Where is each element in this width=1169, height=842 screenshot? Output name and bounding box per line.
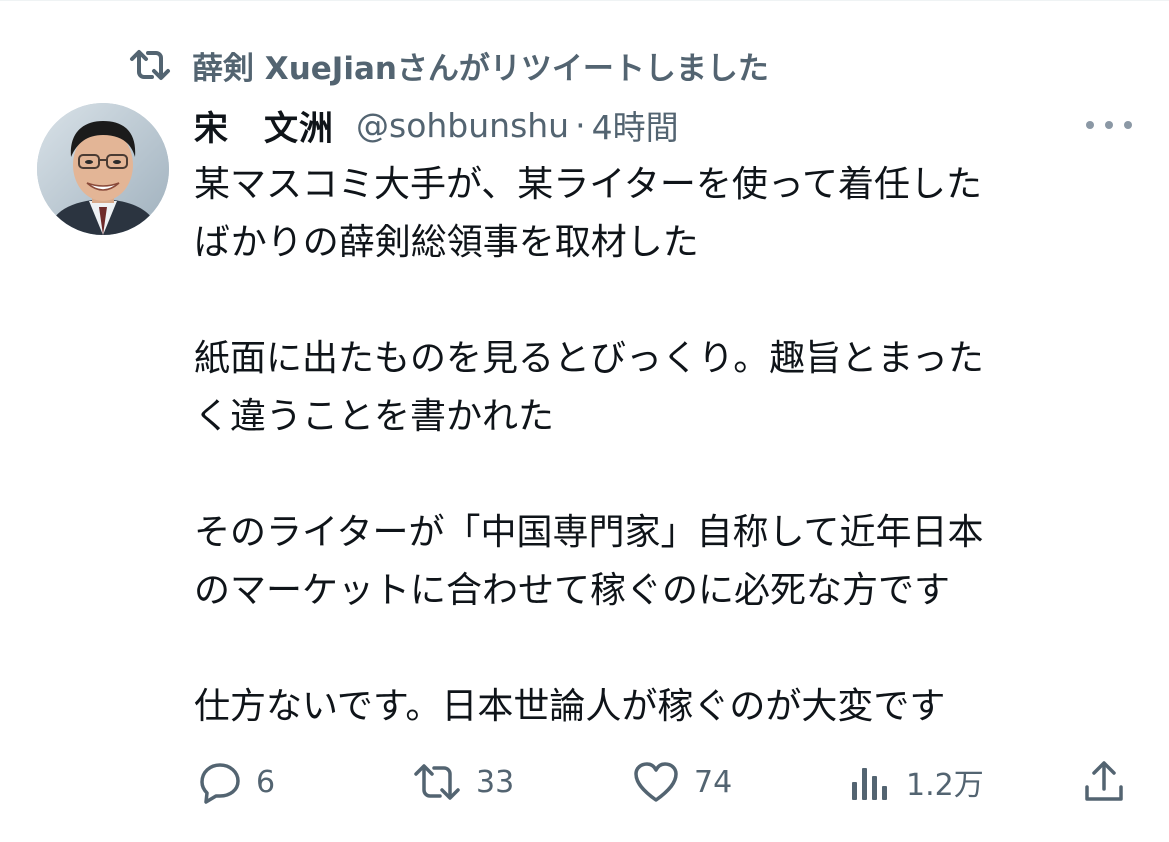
tweet-paragraph: そのライターが「中国専門家」自称して近年日本 のマーケットに合わせて稼ぐのに必死… xyxy=(194,504,1144,620)
views-button[interactable]: 1.2万 xyxy=(848,752,984,812)
tweet-line: 仕方ないです。日本世論人が稼ぐのが大変です xyxy=(194,686,946,727)
like-count: 74 xyxy=(694,764,733,800)
like-button[interactable]: 74 xyxy=(632,752,732,812)
avatar-photo xyxy=(37,103,169,235)
views-icon xyxy=(848,760,892,804)
tweet-line: そのライターが「中国専門家」自称して近年日本 xyxy=(194,512,984,553)
tweet-text: 某マスコミ大手が、某ライターを使って着任した ばかりの薛剣総領事を取材した 紙面… xyxy=(194,156,1144,736)
retweet-icon xyxy=(412,762,462,802)
divider xyxy=(0,0,1169,1)
tweet-timestamp[interactable]: 4時間 xyxy=(592,101,679,149)
retweet-count: 33 xyxy=(476,764,515,800)
share-button[interactable] xyxy=(1082,752,1126,812)
tweet-paragraph: 某マスコミ大手が、某ライターを使って着任した ばかりの薛剣総領事を取材した xyxy=(194,156,1144,272)
more-options-icon[interactable] xyxy=(1086,110,1132,140)
heart-icon xyxy=(632,760,680,804)
tweet-line: 某マスコミ大手が、某ライターを使って着任した xyxy=(194,164,983,205)
action-bar: 6 33 74 1.2万 xyxy=(194,752,1134,812)
retweet-banner-text: 薛剣 XueJianさんがリツイートしました xyxy=(192,50,769,87)
tweet-paragraph: 紙面に出たものを見るとびっくり。趣旨とまった く違うことを書かれた xyxy=(194,330,1144,446)
views-count: 1.2万 xyxy=(906,768,984,803)
reply-button[interactable]: 6 xyxy=(194,752,275,812)
tweet[interactable]: 薛剣 XueJianさんがリツイートしました 宋 文洲 @sohbunshu ·… xyxy=(0,0,1169,842)
tweet-paragraph: 仕方ないです。日本世論人が稼ぐのが大変です xyxy=(194,678,1144,736)
retweet-banner[interactable]: 薛剣 XueJianさんがリツイートしました xyxy=(128,40,769,90)
avatar[interactable] xyxy=(37,103,169,235)
tweet-line: く違うことを書かれた xyxy=(194,396,555,437)
author-handle[interactable]: @sohbunshu xyxy=(356,106,569,145)
reply-icon xyxy=(194,760,242,804)
tweet-line: のマーケットに合わせて稼ぐのに必死な方です xyxy=(194,570,951,611)
author-name[interactable]: 宋 文洲 xyxy=(194,101,334,150)
separator-dot: · xyxy=(575,105,586,145)
tweet-header: 宋 文洲 @sohbunshu · 4時間 xyxy=(194,100,1134,150)
retweet-button[interactable]: 33 xyxy=(412,752,514,812)
retweet-icon xyxy=(128,45,174,85)
share-icon xyxy=(1082,759,1126,805)
tweet-line: ばかりの薛剣総領事を取材した xyxy=(194,222,699,263)
reply-count: 6 xyxy=(256,764,276,800)
tweet-line: 紙面に出たものを見るとびっくり。趣旨とまった xyxy=(194,338,984,379)
